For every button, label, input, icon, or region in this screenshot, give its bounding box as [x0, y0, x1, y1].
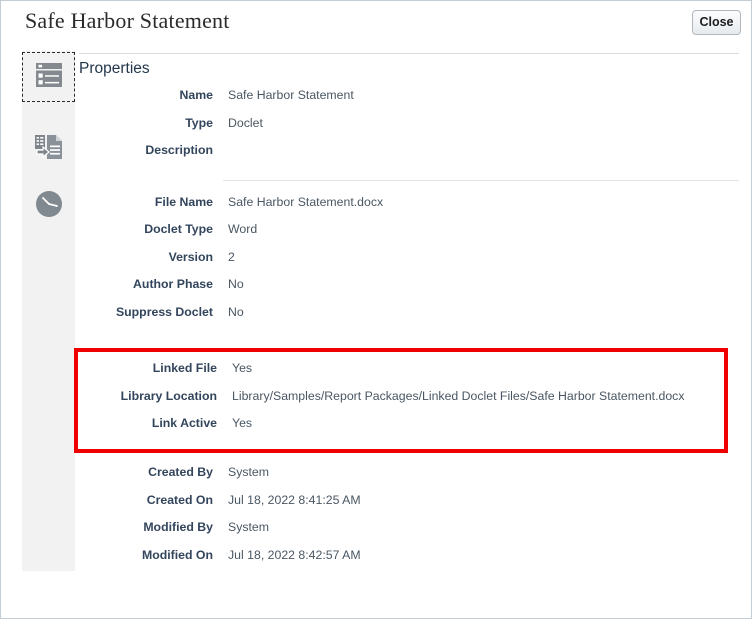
- section-divider: [79, 168, 739, 192]
- field-row: Modified On Jul 18, 2022 8:42:57 AM: [79, 545, 739, 573]
- field-label: File Name: [154, 194, 213, 209]
- properties-list-icon: [35, 62, 63, 93]
- field-value: Jul 18, 2022 8:42:57 AM: [228, 547, 361, 562]
- field-row: Type Doclet: [79, 113, 739, 141]
- field-value: 2: [228, 249, 235, 264]
- field-label: Doclet Type: [144, 222, 213, 236]
- document-transfer-icon: [34, 133, 64, 168]
- field-row: Doclet Type Word: [79, 219, 739, 247]
- field-group-identity: Name Safe Harbor Statement Type Doclet D…: [79, 85, 739, 168]
- sidebar-rail: [22, 51, 75, 571]
- field-row: Version 2: [79, 247, 739, 275]
- field-row: Name Safe Harbor Statement: [79, 85, 739, 113]
- field-label: Linked File: [152, 361, 217, 375]
- field-label: Author Phase: [133, 277, 213, 291]
- field-row: Linked File Yes: [78, 358, 724, 386]
- sidebar-item-doclet-actions[interactable]: [22, 125, 75, 175]
- field-value: System: [228, 465, 269, 479]
- field-value: System: [228, 520, 269, 534]
- field-row: Created By System: [79, 462, 739, 490]
- properties-field-list: Name Safe Harbor Statement Type Doclet D…: [74, 85, 739, 572]
- field-value: Safe Harbor Statement.docx: [228, 194, 384, 209]
- field-label: Type: [185, 115, 213, 130]
- field-label: Description: [145, 143, 213, 157]
- field-value: Yes: [232, 361, 253, 375]
- field-row: Created On Jul 18, 2022 8:41:25 AM: [79, 490, 739, 518]
- field-label: Suppress Doclet: [115, 304, 213, 319]
- field-value: Safe Harbor Statement: [228, 88, 354, 102]
- sidebar-item-properties[interactable]: [22, 52, 75, 102]
- field-label: Modified By: [143, 520, 213, 534]
- field-group-audit: Created By System Created On Jul 18, 202…: [79, 462, 739, 572]
- field-row: Author Phase No: [79, 274, 739, 302]
- field-group-file-details: File Name Safe Harbor Statement.docx Doc…: [79, 192, 739, 330]
- field-label: Created On: [146, 492, 213, 507]
- properties-dialog: Safe Harbor Statement Close Properties N…: [0, 0, 752, 619]
- field-row: Link Active Yes: [78, 413, 724, 441]
- field-row: Suppress Doclet No: [79, 302, 739, 330]
- field-value: Yes: [232, 416, 253, 430]
- field-value: Word: [228, 222, 258, 236]
- field-row: File Name Safe Harbor Statement.docx: [79, 192, 739, 220]
- properties-content: Properties Name Safe Harbor Statement Ty…: [74, 45, 739, 575]
- field-group-linked-file-highlight: Linked File Yes Library Location Library…: [74, 348, 728, 453]
- field-row: Library Location Library/Samples/Report …: [78, 386, 724, 414]
- field-value: Library/Samples/Report Packages/Linked D…: [232, 388, 685, 403]
- field-row: Modified By System: [79, 517, 739, 545]
- dialog-titlebar: Safe Harbor Statement Close: [1, 1, 751, 42]
- field-label: Library Location: [120, 388, 217, 403]
- field-value: Jul 18, 2022 8:41:25 AM: [228, 492, 361, 507]
- field-label: Link Active: [151, 416, 217, 430]
- clock-history-icon: [34, 189, 64, 224]
- field-value: No: [228, 277, 244, 291]
- field-label: Version: [168, 249, 213, 264]
- page-title: Safe Harbor Statement: [25, 8, 230, 33]
- field-label: Name: [179, 88, 214, 102]
- field-label: Modified On: [141, 547, 213, 562]
- section-title: Properties: [79, 53, 739, 78]
- field-value: Doclet: [228, 115, 263, 130]
- field-label: Created By: [148, 465, 213, 479]
- linked-file-group-wrapper: Linked File Yes Library Location Library…: [74, 348, 739, 453]
- sidebar-item-history[interactable]: [22, 181, 75, 231]
- field-row: Description: [79, 140, 739, 168]
- field-value: No: [228, 304, 244, 319]
- close-button[interactable]: Close: [692, 10, 741, 35]
